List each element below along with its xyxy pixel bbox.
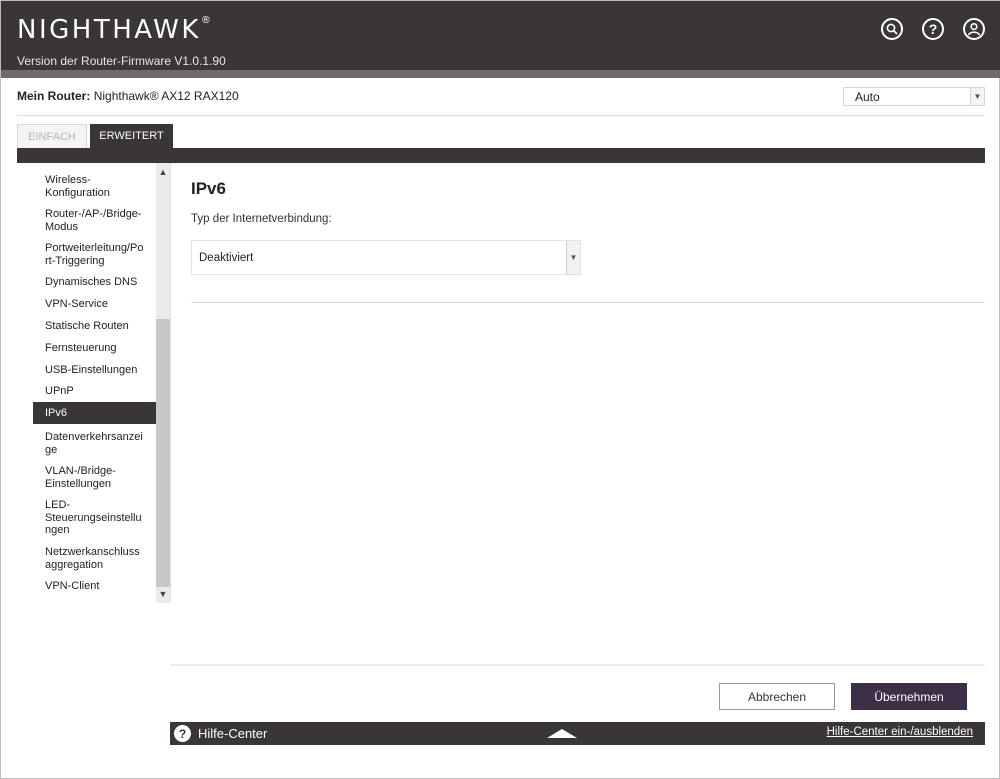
- sidebar-item-label: VLAN-/Bridge- Einstellungen: [45, 465, 116, 490]
- mode-select[interactable]: Auto ▼: [843, 87, 985, 106]
- sidebar-menu: Wireless- Konfiguration Router-/AP-/Bridg…: [33, 163, 156, 603]
- help-center-toggle-link[interactable]: Hilfe-Center ein-/ausblenden: [827, 726, 973, 738]
- help-center-icon: ?: [174, 725, 191, 742]
- sidebar-item-label: LED- Steuerungseinstellu ngen: [45, 499, 142, 536]
- tab-basic[interactable]: EINFACH: [17, 124, 87, 148]
- divider: [191, 302, 985, 303]
- tab-bar: [17, 148, 985, 163]
- sidebar-item-label: IPv6: [45, 406, 68, 419]
- sidebar-item-port-aggregation[interactable]: Netzwerkanschluss aggregation: [33, 546, 156, 571]
- sidebar-item-vpn-service[interactable]: VPN-Service: [33, 298, 156, 311]
- chevron-down-icon[interactable]: ▼: [970, 88, 984, 105]
- header-subbar: [1, 70, 1000, 78]
- sidebar-item-label: Portweiterleitung/Po rt-Triggering: [45, 242, 144, 267]
- tab-advanced[interactable]: ERWEITERT: [90, 124, 173, 148]
- sidebar-item-vlan-bridge[interactable]: VLAN-/Bridge- Einstellungen: [33, 465, 156, 490]
- expand-arrow-icon[interactable]: [547, 729, 577, 738]
- connection-type-label: Typ der Internetverbindung:: [191, 213, 332, 225]
- sidebar-item-wireless[interactable]: Wireless- Konfiguration: [33, 174, 156, 199]
- router-info: Mein Router: Nighthawk® AX12 RAX120: [17, 89, 239, 103]
- help-icon[interactable]: ?: [922, 18, 944, 40]
- account-icon[interactable]: [963, 18, 985, 40]
- sidebar-item-label: Netzwerkanschluss aggregation: [45, 546, 140, 571]
- sidebar-item-ddns[interactable]: Dynamisches DNS: [33, 276, 156, 289]
- app-window: NIGHTHAWK® Version der Router-Firmware V…: [0, 0, 1000, 779]
- chevron-down-icon[interactable]: ▼: [566, 241, 580, 274]
- connection-type-select[interactable]: Deaktiviert ▼: [191, 240, 581, 275]
- sidebar-item-remote-management[interactable]: Fernsteuerung: [33, 342, 156, 355]
- brand-registered-mark: ®: [200, 15, 211, 26]
- sidebar-item-upnp[interactable]: UPnP: [33, 385, 156, 398]
- brand-name: NIGHTHAWK: [17, 15, 201, 45]
- mode-select-value: Auto: [855, 90, 880, 104]
- sidebar-item-traffic-meter[interactable]: Datenverkehrsanzei ge: [33, 431, 156, 456]
- scroll-down-icon[interactable]: ▼: [156, 587, 170, 601]
- sidebar-item-label: Datenverkehrsanzei ge: [45, 431, 143, 456]
- sidebar-item-port-forwarding[interactable]: Portweiterleitung/Po rt-Triggering: [33, 242, 156, 267]
- apply-button[interactable]: Übernehmen: [851, 683, 967, 710]
- sidebar-item-router-ap-bridge[interactable]: Router-/AP-/Bridge- Modus: [33, 208, 156, 233]
- help-center-bar: ? Hilfe-Center Hilfe-Center ein-/ausblen…: [170, 722, 985, 745]
- firmware-version: Version der Router-Firmware V1.0.1.90: [17, 54, 226, 68]
- sidebar-item-static-routes[interactable]: Statische Routen: [33, 320, 156, 333]
- divider: [17, 115, 985, 116]
- sidebar-item-ipv6[interactable]: IPv6: [33, 402, 156, 424]
- sidebar-item-label: Wireless- Konfiguration: [45, 174, 110, 199]
- sidebar-separator: [170, 163, 171, 603]
- scrollbar-thumb[interactable]: [156, 319, 170, 587]
- connection-type-value: Deaktiviert: [199, 252, 254, 264]
- sidebar-item-vpn-client[interactable]: VPN-Client: [33, 580, 156, 593]
- page-title: IPv6: [191, 179, 226, 198]
- cancel-button[interactable]: Abbrechen: [719, 683, 835, 710]
- help-center-label: Hilfe-Center: [198, 726, 268, 741]
- sidebar-scrollbar[interactable]: ▲ ▼: [156, 163, 170, 603]
- brand-logo: NIGHTHAWK®: [17, 15, 211, 45]
- router-model: Nighthawk® AX12 RAX120: [93, 89, 239, 103]
- top-header: NIGHTHAWK® Version der Router-Firmware V…: [1, 1, 1000, 70]
- router-label: Mein Router:: [17, 89, 91, 103]
- sidebar-item-usb-settings[interactable]: USB-Einstellungen: [33, 364, 156, 377]
- search-icon[interactable]: [881, 18, 903, 40]
- sidebar-item-label: Router-/AP-/Bridge- Modus: [45, 208, 142, 233]
- scroll-up-icon[interactable]: ▲: [156, 165, 170, 179]
- footer-divider: [170, 664, 985, 666]
- sidebar-item-led-control[interactable]: LED- Steuerungseinstellu ngen: [33, 499, 156, 537]
